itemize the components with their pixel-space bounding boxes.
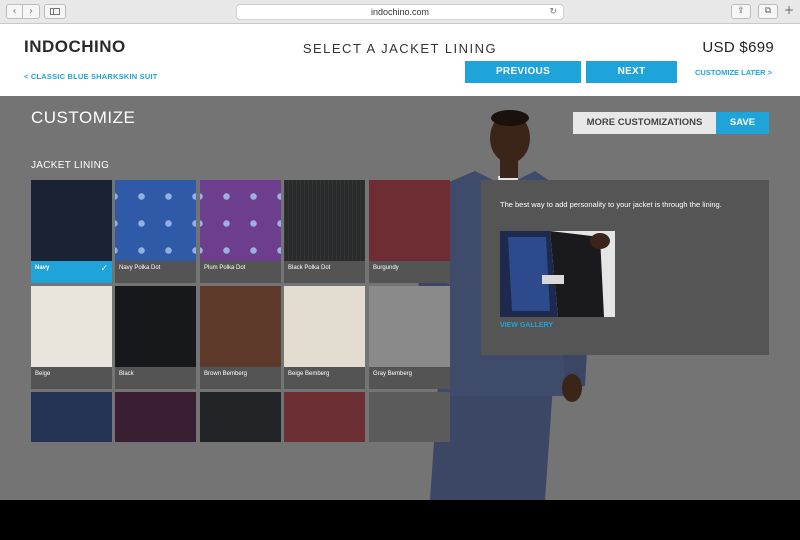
nav-buttons: ‹ › (6, 4, 40, 19)
swatch-image (115, 392, 196, 442)
customize-title: CUSTOMIZE (31, 108, 136, 127)
swatch-image (31, 180, 112, 261)
swatch-image (200, 392, 281, 442)
checkmark-icon: ✓ (100, 264, 108, 274)
sidebar-toggle-icon[interactable] (44, 4, 66, 19)
next-button[interactable]: NEXT (586, 61, 677, 83)
swatch-beige-bemberg[interactable]: Beige Bemberg (284, 286, 365, 389)
gallery-thumbnail[interactable] (500, 231, 615, 317)
back-to-suit-link[interactable]: < CLASSIC BLUE SHARKSKIN SUIT (24, 72, 158, 81)
swatch-image (31, 286, 112, 367)
jacket-lining-label: JACKET LINING (31, 160, 110, 171)
site-header: INDOCHINO < CLASSIC BLUE SHARKSKIN SUIT … (0, 24, 800, 96)
share-icon[interactable]: ⇪ (731, 4, 751, 19)
tabs-icon[interactable]: ⧉ (758, 4, 778, 19)
previous-button[interactable]: PREVIOUS (465, 61, 581, 83)
swatch-row3-2[interactable] (115, 392, 196, 442)
swatch-label: Plum Polka Dot (200, 261, 281, 283)
swatch-label: Burgundy (369, 261, 450, 283)
url-text: indochino.com (370, 7, 430, 17)
swatch-label: Black (115, 367, 196, 389)
new-tab-icon[interactable]: + (784, 3, 794, 17)
swatch-burgundy[interactable]: Burgundy (369, 180, 450, 283)
swatch-image (284, 286, 365, 367)
back-icon[interactable]: ‹ (6, 4, 23, 19)
swatch-navy-polka-dot[interactable]: Navy Polka Dot (115, 180, 196, 283)
swatch-black-polka-dot[interactable]: Black Polka Dot (284, 180, 365, 283)
swatch-label: Beige Bemberg (284, 367, 365, 389)
address-bar[interactable]: indochino.com ↻ (236, 4, 564, 20)
swatch-image (284, 392, 365, 442)
swatch-image (200, 180, 281, 261)
reload-icon[interactable]: ↻ (549, 5, 557, 19)
swatch-label: Black Polka Dot (284, 261, 365, 283)
customizer-area: CUSTOMIZE MORE CUSTOMIZATIONS SAVE JACKE… (0, 96, 800, 500)
swatch-row3-3[interactable] (200, 392, 281, 442)
swatch-row3-1[interactable] (31, 392, 112, 442)
more-customizations-button[interactable]: MORE CUSTOMIZATIONS (573, 112, 716, 134)
swatch-black[interactable]: Black (115, 286, 196, 389)
bottom-bar (0, 500, 800, 540)
swatch-label: Navy Polka Dot (115, 261, 196, 283)
swatch-gray-bemberg[interactable]: Gray Bemberg (369, 286, 450, 389)
lining-info-panel: The best way to add personality to your … (481, 180, 769, 355)
info-text: The best way to add personality to your … (500, 200, 722, 209)
swatch-label: Beige (31, 367, 112, 389)
swatch-navy[interactable]: Navy ✓ (31, 180, 112, 283)
swatch-plum-polka-dot[interactable]: Plum Polka Dot (200, 180, 281, 283)
view-gallery-link[interactable]: VIEW GALLERY (500, 322, 553, 329)
swatch-image (115, 286, 196, 367)
save-button[interactable]: SAVE (716, 112, 769, 134)
swatch-label: Gray Bemberg (369, 367, 450, 389)
swatch-image (369, 286, 450, 367)
swatch-label: Brown Bemberg (200, 367, 281, 389)
price: USD $699 (702, 39, 774, 56)
swatch-image (369, 392, 450, 442)
customize-later-link[interactable]: CUSTOMIZE LATER > (695, 68, 772, 77)
swatch-row3-5[interactable] (369, 392, 450, 442)
page-title: SELECT A JACKET LINING (302, 41, 498, 56)
swatch-beige[interactable]: Beige (31, 286, 112, 389)
forward-icon[interactable]: › (23, 4, 40, 19)
swatch-image (284, 180, 365, 261)
swatch-image (369, 180, 450, 261)
swatch-image (200, 286, 281, 367)
browser-toolbar: ‹ › indochino.com ↻ ⇪ ⧉ + (0, 0, 800, 24)
swatch-row3-4[interactable] (284, 392, 365, 442)
lining-swatch-grid: Navy ✓ Navy Polka Dot Plum Polka Dot Bla… (31, 180, 450, 442)
swatch-brown-bemberg[interactable]: Brown Bemberg (200, 286, 281, 389)
swatch-image (115, 180, 196, 261)
swatch-image (31, 392, 112, 442)
